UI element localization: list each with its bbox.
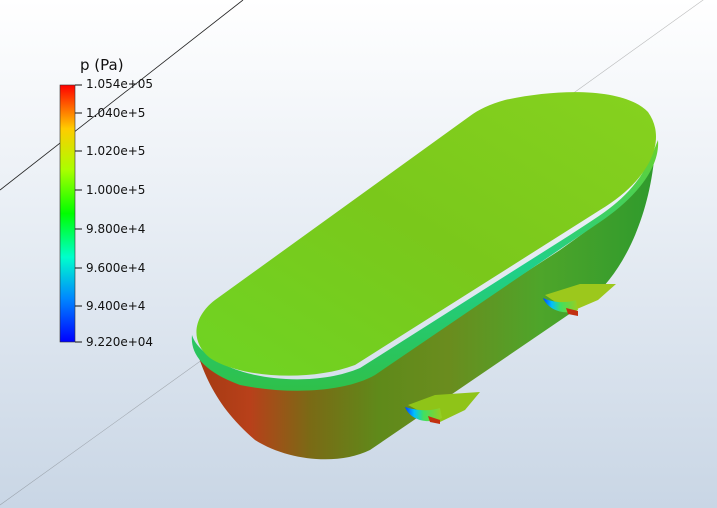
legend-tick-label: 1.040e+5 bbox=[86, 106, 146, 120]
legend-tick-label: 1.054e+05 bbox=[86, 77, 154, 91]
color-legend-bar bbox=[59, 84, 76, 343]
legend-tick-label: 9.400e+4 bbox=[86, 299, 146, 313]
legend-tick-label: 9.600e+4 bbox=[86, 261, 146, 275]
legend-ticks bbox=[75, 84, 82, 343]
render-viewport[interactable]: p (Pa) 1.054e+05 1.040e+5 1.020e+5 1.000… bbox=[0, 0, 717, 508]
reference-line bbox=[0, 0, 244, 191]
legend-tick-label: 9.220e+04 bbox=[86, 335, 154, 349]
legend-tick-label: 1.020e+5 bbox=[86, 144, 146, 158]
legend-tick-label: 9.800e+4 bbox=[86, 222, 146, 236]
legend-tick-label: 1.000e+5 bbox=[86, 183, 146, 197]
legend-title: p (Pa) bbox=[80, 56, 124, 74]
